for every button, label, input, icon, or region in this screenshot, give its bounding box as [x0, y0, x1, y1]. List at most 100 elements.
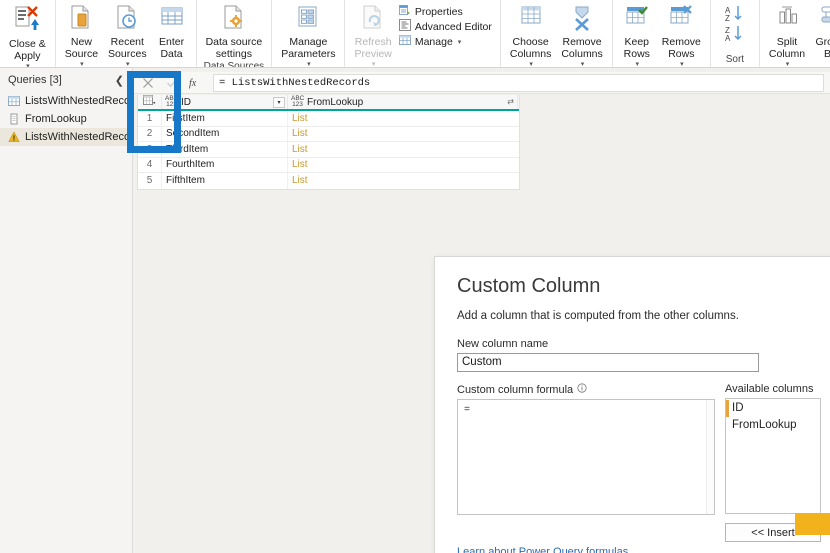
sort-buttons[interactable]: A Z Z A	[715, 2, 755, 49]
formula-cancel-button[interactable]	[137, 74, 159, 92]
cell-id[interactable]: FifthItem	[162, 173, 288, 189]
chevron-down-icon[interactable]: ▾	[80, 60, 84, 67]
column-header-fromlookup[interactable]: ABC 123 FromLookup ⇄	[288, 95, 518, 109]
ok-button[interactable]	[795, 513, 830, 535]
cell-fromlookup[interactable]: List	[288, 158, 518, 173]
svg-text:Z: Z	[725, 14, 730, 23]
checkmark-icon	[166, 78, 178, 87]
custom-column-formula-label-text: Custom column formula	[457, 383, 574, 396]
query-item-listswithnestedrecords-2[interactable]: ListsWithNestedRecords (2)	[0, 128, 162, 146]
chevron-down-icon[interactable]: ▾	[372, 60, 376, 67]
column-header-id[interactable]: ABC 123 ID ▾	[162, 95, 288, 109]
available-column-item[interactable]: ID	[726, 400, 820, 417]
new-column-name-input[interactable]: Custom	[457, 353, 759, 372]
recent-sources-button[interactable]: Recent Sources ▾	[103, 2, 152, 67]
group-by-label: Group By	[815, 36, 830, 59]
table-row[interactable]: 2 SecondItem List	[138, 126, 519, 142]
ribbon-group-data-sources: Data source settings Data Sources	[197, 0, 273, 67]
manage-parameters-button[interactable]: Manage Parameters ▾	[276, 2, 340, 67]
dialog-subtitle: Add a column that is computed from the o…	[457, 310, 739, 322]
table-row[interactable]: 1 FirstItem List	[138, 111, 519, 127]
table-row[interactable]: 4 FourthItem List	[138, 157, 519, 173]
queries-pane-title: Queries [3]	[8, 74, 62, 86]
ribbon-group-new-query: New Source ▾ Recent Sources ▾ Enter Data	[56, 0, 197, 67]
cell-id[interactable]: ThirdItem	[162, 142, 288, 157]
column-header-label: ID	[181, 96, 191, 108]
cell-id[interactable]: FirstItem	[162, 111, 288, 126]
query-item-listswithnestedrecords[interactable]: ListsWithNestedRecords	[0, 92, 145, 110]
remove-rows-button[interactable]: Remove Rows ▾	[657, 2, 706, 67]
query-item-fromlookup[interactable]: FromLookup	[0, 110, 132, 128]
manage-icon	[398, 34, 411, 49]
new-source-button[interactable]: New Source ▾	[60, 2, 103, 67]
table-row[interactable]: 5 FifthItem List	[138, 173, 519, 189]
learn-about-power-query-formulas-link[interactable]: Learn about Power Query formulas	[457, 546, 821, 553]
power-query-editor-window: Close & Apply ▾ Close New Source	[0, 0, 830, 553]
enter-data-button[interactable]: Enter Data	[152, 2, 192, 60]
properties-button[interactable]: Properties	[397, 4, 496, 19]
row-number: 1	[138, 111, 162, 126]
chevron-down-icon[interactable]: ▾	[680, 60, 684, 67]
svg-text:A: A	[725, 34, 731, 43]
data-grid: ABC 123 ID ▾ ABC 123 FromLookup ⇄ 1 FirstI…	[137, 95, 520, 190]
chevron-down-icon[interactable]: ▾	[786, 60, 790, 67]
close-and-apply-label: Close & Apply	[9, 38, 46, 62]
data-source-settings-label: Data source settings	[205, 36, 263, 60]
chevron-down-icon[interactable]: ▾	[126, 60, 130, 67]
cell-fromlookup[interactable]: List	[288, 127, 518, 142]
available-columns-label: Available columns	[725, 383, 814, 395]
chevron-down-icon[interactable]: ▾	[581, 60, 585, 67]
table-row[interactable]: 3 ThirdItem List	[138, 142, 519, 158]
split-column-button[interactable]: Split Column ▾	[764, 2, 810, 67]
row-number: 3	[138, 142, 162, 157]
remove-columns-label: Remove Columns	[561, 36, 603, 60]
close-and-apply-icon	[12, 4, 42, 37]
enter-data-icon	[158, 4, 186, 35]
chevron-down-icon[interactable]: ▾	[636, 60, 640, 67]
formula-scrollbar[interactable]	[706, 400, 714, 514]
refresh-preview-icon	[359, 4, 387, 35]
expand-column-icon[interactable]: ⇄	[507, 97, 514, 106]
formula-accept-button[interactable]	[161, 74, 183, 92]
available-columns-list[interactable]: ID FromLookup	[725, 398, 821, 514]
advanced-editor-button[interactable]: Advanced Editor	[397, 19, 496, 34]
info-icon[interactable]	[577, 383, 587, 396]
chevron-down-icon[interactable]: ▾	[458, 38, 462, 46]
advanced-editor-icon	[398, 19, 411, 34]
chevron-down-icon[interactable]: ▾	[307, 60, 311, 67]
remove-columns-button[interactable]: Remove Columns ▾	[556, 2, 607, 67]
manage-button[interactable]: Manage ▾	[397, 34, 496, 49]
column-filter-dropdown-id[interactable]: ▾	[273, 97, 285, 108]
formula-bar: fx = ListsWithNestedRecords	[133, 72, 830, 94]
query-item-label: FromLookup	[25, 113, 87, 125]
queries-pane: Queries [3] ❮ ListsWithNestedRecords Fro…	[0, 68, 162, 553]
close-and-apply-button[interactable]: Close & Apply ▾	[4, 2, 51, 67]
available-column-item[interactable]: FromLookup	[726, 417, 820, 434]
keep-rows-button[interactable]: Keep Rows ▾	[617, 2, 657, 67]
refresh-preview-button[interactable]: Refresh Preview ▾	[349, 2, 396, 67]
custom-column-formula-text: =	[464, 405, 471, 416]
data-grid-header: ABC 123 ID ▾ ABC 123 FromLookup ⇄	[138, 95, 519, 111]
chevron-left-icon[interactable]: ❮	[113, 74, 126, 87]
cell-fromlookup[interactable]: List	[288, 173, 518, 189]
chevron-down-icon[interactable]: ▾	[529, 60, 533, 67]
choose-columns-button[interactable]: Choose Columns ▾	[505, 2, 556, 67]
new-source-icon	[67, 4, 95, 35]
formula-input[interactable]: = ListsWithNestedRecords	[213, 73, 824, 92]
select-all-header[interactable]	[138, 95, 162, 109]
cell-fromlookup[interactable]: List	[288, 111, 518, 126]
table-select-all-icon	[143, 95, 156, 109]
properties-icon	[398, 4, 411, 19]
cell-fromlookup[interactable]: List	[288, 142, 518, 157]
custom-column-formula-input[interactable]: =	[457, 399, 715, 515]
ribbon-group-transform: Split Column ▾ Group By Data	[760, 0, 830, 67]
ribbon-group-title-sort: Sort	[725, 54, 745, 65]
fx-icon[interactable]: fx	[185, 74, 207, 92]
keep-rows-icon	[623, 4, 651, 35]
cell-id[interactable]: FourthItem	[162, 157, 288, 172]
group-by-button[interactable]: Group By	[810, 2, 830, 60]
cell-id[interactable]: SecondItem	[162, 126, 288, 141]
dialog-title: Custom Column	[457, 275, 601, 297]
ribbon-group-title-data-sources: Data Sources	[203, 61, 265, 68]
data-source-settings-button[interactable]: Data source settings	[201, 2, 268, 60]
